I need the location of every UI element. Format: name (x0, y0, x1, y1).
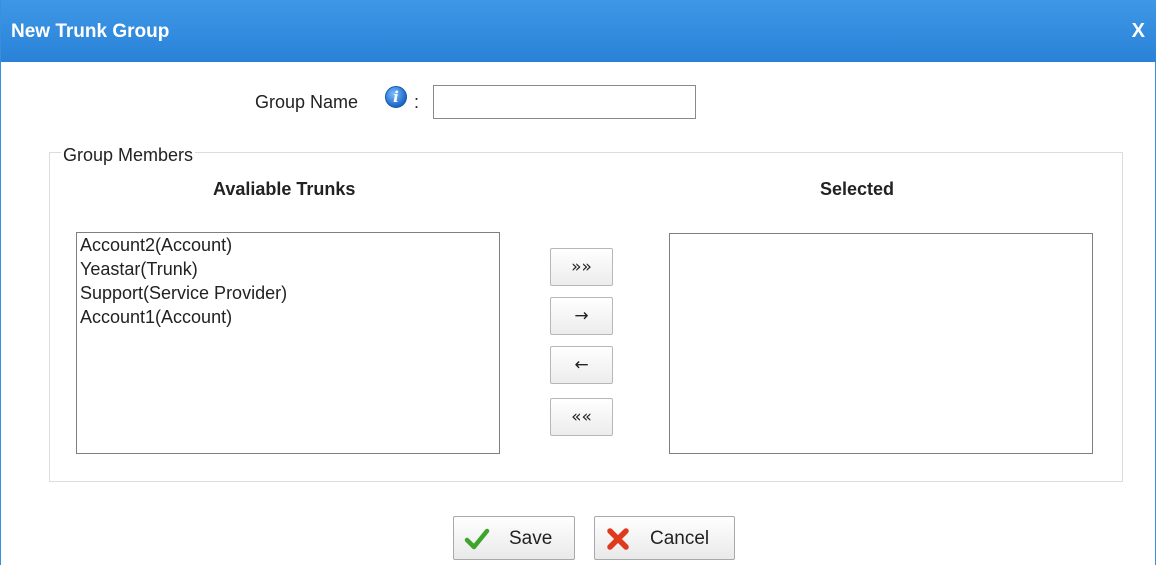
save-button[interactable]: Save (453, 516, 575, 560)
selected-heading: Selected (820, 179, 895, 199)
group-name-input[interactable] (433, 85, 696, 119)
checkmark-icon (464, 528, 490, 550)
remove-all-button[interactable]: «« (550, 398, 613, 436)
add-selected-button[interactable]: → (550, 297, 613, 335)
dialog-title: New Trunk Group (11, 21, 170, 42)
remove-selected-button[interactable]: ← (550, 346, 613, 384)
dialog-titlebar: New Trunk Group X (1, 0, 1156, 62)
group-name-row: Group Name i : (1, 85, 1155, 119)
available-trunks-heading: Avaliable Trunks (213, 179, 356, 199)
cancel-button[interactable]: Cancel (594, 516, 735, 560)
available-trunks-list[interactable]: Account2(Account) Yeastar(Trunk) Support… (76, 232, 500, 454)
selected-trunks-list[interactable] (669, 233, 1093, 454)
info-icon[interactable]: i (385, 86, 407, 108)
add-all-button[interactable]: »» (550, 248, 613, 286)
red-x-icon (607, 528, 629, 550)
list-item[interactable]: Support(Service Provider) (80, 281, 496, 305)
group-name-colon: : (414, 92, 420, 112)
cancel-label: Cancel (650, 528, 710, 549)
list-item[interactable]: Account1(Account) (80, 305, 496, 329)
group-members-legend: Group Members (61, 145, 196, 166)
group-name-label: Group Name (255, 92, 359, 112)
new-trunk-group-dialog: New Trunk Group X Group Name i : Group M… (0, 0, 1156, 565)
list-item[interactable]: Account2(Account) (80, 233, 496, 257)
list-item[interactable]: Yeastar(Trunk) (80, 257, 496, 281)
save-label: Save (509, 528, 553, 549)
close-button[interactable]: X (1132, 20, 1145, 43)
